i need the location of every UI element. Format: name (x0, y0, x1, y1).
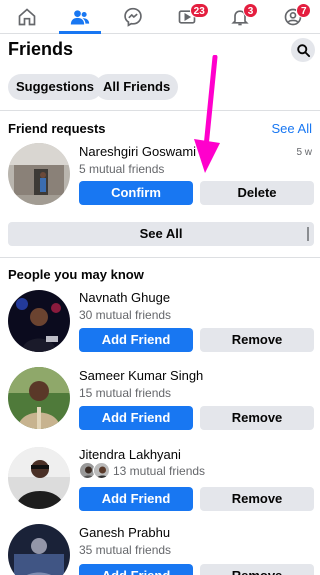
suggestions-chip[interactable]: Suggestions (8, 74, 103, 100)
nav-messenger[interactable] (107, 0, 160, 33)
person-name[interactable]: Sameer Kumar Singh (79, 368, 203, 383)
request-time: 5 w (296, 147, 312, 158)
nav-friends[interactable] (53, 0, 106, 34)
add-friend-button[interactable]: Add Friend (79, 564, 193, 575)
avatar[interactable] (8, 447, 70, 509)
watch-badge: 23 (189, 3, 209, 18)
avatar[interactable] (8, 143, 70, 205)
mutual-friend-avatar (93, 462, 110, 479)
add-friend-button[interactable]: Add Friend (79, 487, 193, 511)
remove-button[interactable]: Remove (200, 328, 314, 352)
person-name[interactable]: Jitendra Lakhyani (79, 447, 181, 462)
nav-menu[interactable]: 7 (267, 0, 320, 33)
page-title: Friends (8, 39, 74, 59)
divider (0, 110, 320, 111)
home-icon (18, 7, 35, 25)
mutual-friends-count: 5 mutual friends (79, 162, 165, 176)
add-friend-button[interactable]: Add Friend (79, 328, 193, 352)
mutual-friends-count: 13 mutual friends (113, 464, 206, 478)
nav-home[interactable] (0, 0, 53, 33)
avatar[interactable] (8, 367, 70, 429)
see-all-button-label: See All (139, 226, 183, 241)
notifications-badge: 3 (242, 3, 258, 18)
friends-icon (70, 9, 90, 24)
top-navigation-bar: 23 3 7 (0, 0, 320, 34)
profile-photo (8, 524, 70, 575)
profile-photo (8, 143, 70, 205)
all-friends-chip[interactable]: All Friends (95, 74, 179, 100)
person-name[interactable]: Navnath Ghuge (79, 290, 170, 305)
divider (307, 227, 309, 241)
menu-badge: 7 (296, 3, 312, 18)
see-all-requests-link[interactable]: See All (272, 121, 312, 136)
nav-notifications[interactable]: 3 (213, 0, 266, 33)
confirm-button[interactable]: Confirm (79, 181, 193, 205)
see-all-button[interactable]: See All (8, 222, 314, 246)
people-you-may-know-heading: People you may know (8, 267, 144, 282)
search-icon (296, 43, 310, 57)
mutual-friends-count: 30 mutual friends (79, 308, 172, 322)
requester-name[interactable]: Nareshgiri Goswami (79, 144, 196, 159)
messenger-icon (124, 7, 143, 27)
page-header: Friends (0, 34, 320, 66)
profile-photo (8, 447, 70, 509)
mutual-friends-avatars (79, 462, 111, 480)
avatar[interactable] (8, 290, 70, 352)
friend-requests-heading: Friend requests (8, 121, 106, 136)
remove-button[interactable]: Remove (200, 487, 314, 511)
add-friend-button[interactable]: Add Friend (79, 406, 193, 430)
delete-button[interactable]: Delete (200, 181, 314, 205)
divider (0, 257, 320, 258)
remove-button[interactable]: Remove (200, 406, 314, 430)
search-button[interactable] (291, 38, 315, 62)
profile-photo (8, 367, 70, 429)
mutual-friends-count: 35 mutual friends (79, 543, 172, 557)
remove-button[interactable]: Remove (200, 564, 314, 575)
profile-photo (8, 290, 70, 352)
person-name[interactable]: Ganesh Prabhu (79, 525, 170, 540)
nav-watch[interactable]: 23 (160, 0, 213, 33)
avatar[interactable] (8, 524, 70, 575)
mutual-friends-count: 15 mutual friends (79, 386, 172, 400)
